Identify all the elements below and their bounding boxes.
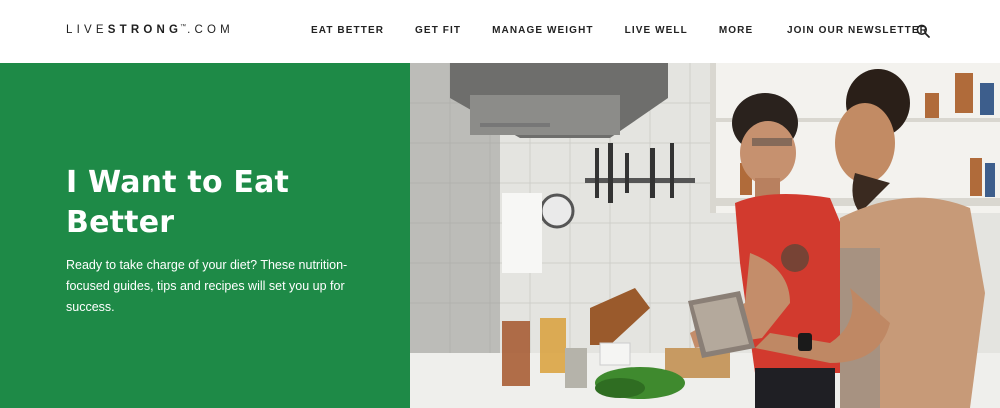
newsletter-link[interactable]: JOIN OUR NEWSLETTER [787,25,928,36]
nav-item-live-well[interactable]: LIVE WELL [625,25,688,36]
nav-item-manage-weight[interactable]: MANAGE WEIGHT [492,25,594,36]
hero-description: Ready to take charge of your diet? These… [66,258,348,314]
hero-photo-kitchen [410,63,1000,408]
search-icon[interactable] [916,24,930,38]
nav-item-eat-better[interactable]: EAT BETTER [311,25,384,36]
site-header: LIVESTRONG™.COM EAT BETTER GET FIT MANAG… [0,0,1000,63]
livestrong-logo[interactable]: LIVESTRONG™.COM [66,24,234,36]
nav-item-more[interactable]: MORE [719,25,753,36]
logo-trademark: ™ [180,24,187,30]
logo-text-right: .COM [187,24,234,36]
hero-title: I Want to Eat Better [66,165,290,240]
nav-item-get-fit[interactable]: GET FIT [415,25,461,36]
hero-panel: I Want to Eat Better Ready to take charg… [0,63,410,408]
main-nav: EAT BETTER GET FIT MANAGE WEIGHT LIVE WE… [311,25,784,36]
logo-text-middle: STRONG [107,24,183,36]
logo-text-left: LIVE [66,24,108,36]
